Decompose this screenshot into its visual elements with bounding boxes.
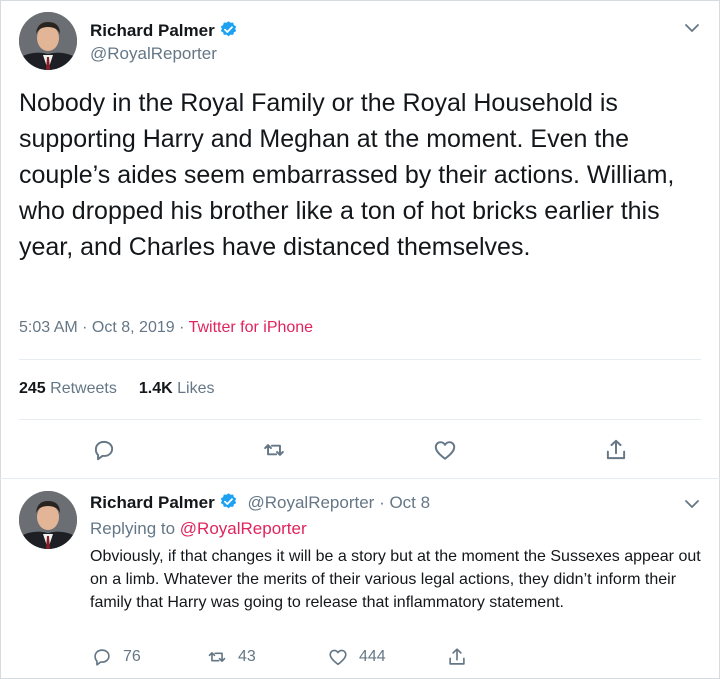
author-handle[interactable]: @RoyalReporter xyxy=(90,44,217,64)
retweets-stat[interactable]: 245 Retweets xyxy=(19,380,117,397)
reply-icon[interactable] xyxy=(91,437,117,463)
tweet-source-link[interactable]: Twitter for iPhone xyxy=(189,319,314,336)
divider xyxy=(19,419,701,420)
reply-text: Obviously, if that changes it will be a … xyxy=(90,548,701,611)
tweet-stats: 245 Retweets 1.4K Likes xyxy=(19,380,214,398)
chevron-down-icon[interactable] xyxy=(682,494,702,514)
tweet-timestamp[interactable]: 5:03 AM · Oct 8, 2019 · xyxy=(19,319,189,336)
verified-badge-icon xyxy=(219,20,238,44)
like-count: 444 xyxy=(359,648,386,665)
retweets-label: Retweets xyxy=(50,380,117,397)
reply-author-name[interactable]: Richard Palmer xyxy=(90,493,215,512)
retweets-count: 245 xyxy=(19,380,46,397)
like-icon[interactable] xyxy=(432,437,458,463)
tweet-text: Nobody in the Royal Family or the Royal … xyxy=(19,89,675,261)
replying-to-prefix: Replying to xyxy=(90,519,180,538)
reply-share-button[interactable] xyxy=(446,646,478,668)
chevron-down-icon[interactable] xyxy=(682,18,702,38)
author-name-row: Richard Palmer xyxy=(90,20,238,44)
reply-date[interactable]: · Oct 8 xyxy=(374,493,430,512)
reply-like-button[interactable]: 444 xyxy=(327,646,386,668)
likes-count: 1.4K xyxy=(138,380,173,397)
verified-badge-icon xyxy=(219,492,238,516)
share-icon xyxy=(449,648,465,665)
author-avatar[interactable] xyxy=(19,12,77,70)
likes-label: Likes xyxy=(177,380,215,397)
reply-count: 76 xyxy=(123,648,141,665)
divider xyxy=(0,478,720,479)
replying-to-link[interactable]: @RoyalReporter xyxy=(180,519,307,538)
retweet-count: 43 xyxy=(238,648,256,665)
reply-header: Richard Palmer @RoyalReporter · Oct 8 xyxy=(90,492,430,516)
reply-retweet-button[interactable]: 43 xyxy=(206,646,256,668)
retweet-icon[interactable] xyxy=(261,437,287,463)
reply-icon xyxy=(94,649,110,666)
replying-to: Replying to @RoyalReporter xyxy=(90,519,307,539)
reply-author-avatar[interactable] xyxy=(19,491,77,549)
share-icon[interactable] xyxy=(603,437,629,463)
author-name[interactable]: Richard Palmer xyxy=(90,21,215,40)
reply-author-handle[interactable]: @RoyalReporter xyxy=(247,493,374,512)
like-icon xyxy=(329,649,347,666)
reply-reply-button[interactable]: 76 xyxy=(91,646,141,668)
tweet-meta: 5:03 AM · Oct 8, 2019 · Twitter for iPho… xyxy=(19,319,313,337)
retweet-icon xyxy=(208,652,226,662)
likes-stat[interactable]: 1.4K Likes xyxy=(139,380,215,397)
divider xyxy=(19,359,701,360)
